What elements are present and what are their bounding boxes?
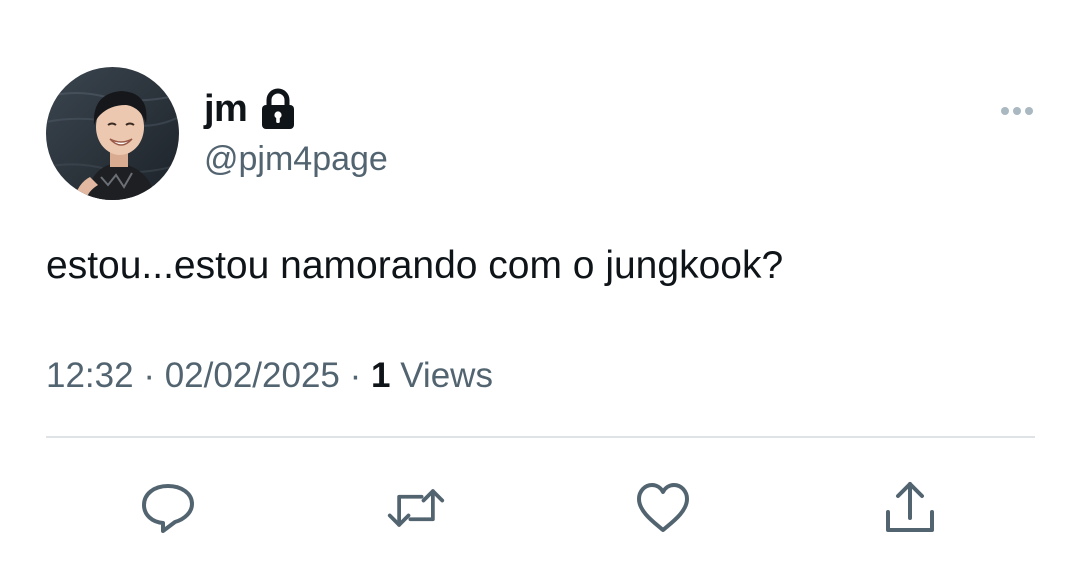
reply-icon bbox=[142, 484, 194, 533]
reply-button[interactable] bbox=[138, 478, 198, 538]
lock-icon bbox=[259, 87, 297, 131]
meta-separator: · bbox=[143, 356, 155, 395]
avatar[interactable] bbox=[46, 67, 179, 200]
like-button[interactable] bbox=[633, 478, 693, 538]
tweet-date[interactable]: 02/02/2025 bbox=[165, 356, 340, 395]
retweet-icon bbox=[387, 489, 445, 527]
profile-photo bbox=[46, 67, 179, 200]
tweet-meta: 12:32 · 02/02/2025 · 1 Views bbox=[46, 353, 493, 399]
heart-icon bbox=[637, 483, 689, 532]
tweet-text: estou...estou namorando com o jungkook? bbox=[46, 244, 784, 287]
tweet-time[interactable]: 12:32 bbox=[46, 356, 134, 395]
share-icon bbox=[886, 482, 934, 532]
retweet-button[interactable] bbox=[386, 478, 446, 538]
share-button[interactable] bbox=[880, 478, 940, 538]
meta-separator: · bbox=[349, 356, 362, 395]
views-count: 1 bbox=[371, 356, 391, 395]
more-horizontal-icon[interactable] bbox=[994, 96, 1040, 126]
display-name[interactable]: jm bbox=[204, 84, 297, 134]
divider bbox=[46, 436, 1035, 438]
views-label: Views bbox=[400, 356, 493, 395]
user-handle[interactable]: @pjm4page bbox=[204, 137, 388, 181]
display-name-text: jm bbox=[204, 88, 248, 130]
